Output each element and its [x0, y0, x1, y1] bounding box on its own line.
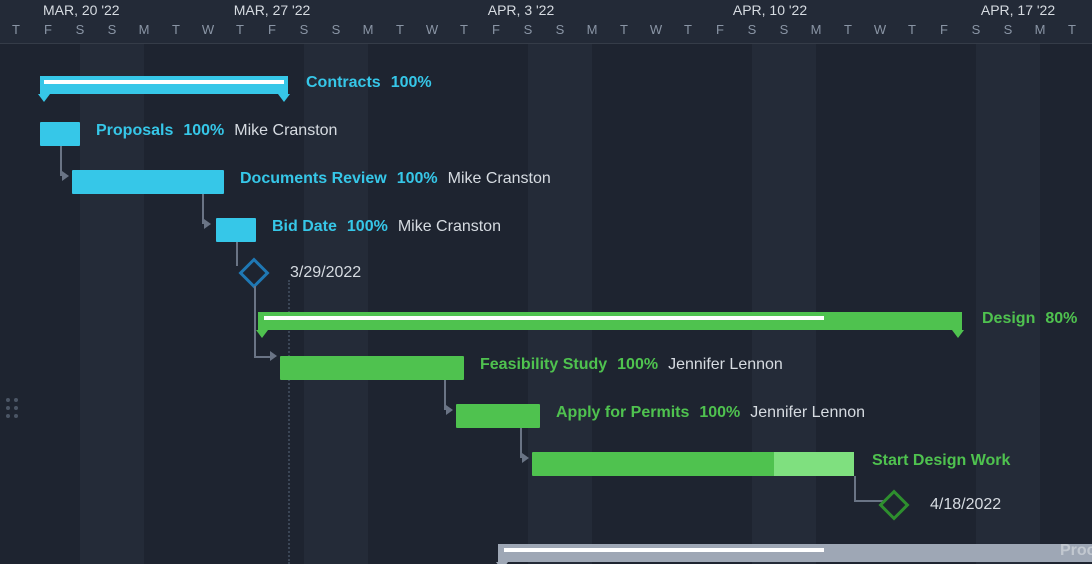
day-label: W	[650, 22, 662, 37]
task-label: Feasibility Study 100% Jennifer Lennon	[480, 356, 783, 374]
day-label: S	[556, 22, 565, 37]
drag-handle-icon[interactable]	[6, 398, 18, 418]
day-label: F	[940, 22, 948, 37]
milestone-label: 3/29/2022	[290, 264, 361, 282]
day-label: F	[44, 22, 52, 37]
task-label: Documents Review 100% Mike Cranston	[240, 170, 551, 188]
task-label: Apply for Permits 100% Jennifer Lennon	[556, 404, 865, 422]
task-label: Contracts 100%	[306, 74, 432, 92]
day-label: M	[1035, 22, 1046, 37]
day-label: T	[172, 22, 180, 37]
task-row-contracts[interactable]: Contracts 100%	[0, 68, 1092, 104]
day-label: S	[524, 22, 533, 37]
task-bar[interactable]	[40, 122, 80, 146]
task-label: Bid Date 100% Mike Cranston	[272, 218, 501, 236]
day-label: W	[202, 22, 214, 37]
day-label: T	[396, 22, 404, 37]
day-label: M	[587, 22, 598, 37]
day-label: W	[426, 22, 438, 37]
day-label: T	[236, 22, 244, 37]
week-label: MAR, 27 '22	[234, 2, 311, 18]
gantt-chart[interactable]: MAR, 20 '22 MAR, 27 '22 APR, 3 '22 APR, …	[0, 0, 1092, 564]
day-label: T	[1068, 22, 1076, 37]
week-label: MAR, 20 '22	[43, 2, 120, 18]
task-row-feasibility[interactable]: Feasibility Study 100% Jennifer Lennon	[0, 350, 1092, 386]
day-label: S	[108, 22, 117, 37]
task-row-documents-review[interactable]: Documents Review 100% Mike Cranston	[0, 164, 1092, 200]
task-bar[interactable]	[532, 452, 854, 476]
week-label: APR, 3 '22	[488, 2, 555, 18]
task-row-milestone-2[interactable]: 4/18/2022	[0, 488, 1092, 524]
task-label: Start Design Work	[872, 452, 1010, 470]
task-row-design[interactable]: Design 80%	[0, 304, 1092, 340]
day-label: F	[268, 22, 276, 37]
task-row-permits[interactable]: Apply for Permits 100% Jennifer Lennon	[0, 398, 1092, 434]
day-label: T	[684, 22, 692, 37]
task-label: Design 80%	[982, 310, 1077, 328]
day-label: M	[363, 22, 374, 37]
week-label: APR, 17 '22	[981, 2, 1055, 18]
day-label: S	[332, 22, 341, 37]
day-label: S	[780, 22, 789, 37]
timeline-week-labels: MAR, 20 '22 MAR, 27 '22 APR, 3 '22 APR, …	[0, 2, 1092, 22]
day-label: M	[139, 22, 150, 37]
milestone-diamond-icon[interactable]	[878, 489, 909, 520]
task-label: Procurement	[1060, 542, 1092, 560]
summary-bar[interactable]	[258, 312, 962, 330]
day-label: M	[811, 22, 822, 37]
day-label: T	[844, 22, 852, 37]
day-label: T	[620, 22, 628, 37]
timeline-header: MAR, 20 '22 MAR, 27 '22 APR, 3 '22 APR, …	[0, 0, 1092, 44]
day-label: T	[12, 22, 20, 37]
task-label: Proposals 100% Mike Cranston	[96, 122, 337, 140]
day-label: S	[76, 22, 85, 37]
timeline-day-labels: WTFSSMTWTFSSMTWTFSSMTWTFSSMTWTFSSMT	[0, 22, 1092, 42]
task-bar[interactable]	[280, 356, 464, 380]
milestone-diamond-icon[interactable]	[238, 257, 269, 288]
task-row-procurement[interactable]: Procurement	[0, 536, 1092, 564]
week-label: APR, 10 '22	[733, 2, 807, 18]
task-row-bid-date[interactable]: Bid Date 100% Mike Cranston	[0, 212, 1092, 248]
day-label: S	[300, 22, 309, 37]
task-row-milestone-1[interactable]: 3/29/2022	[0, 256, 1092, 292]
day-label: F	[492, 22, 500, 37]
task-row-start-design[interactable]: Start Design Work	[0, 446, 1092, 482]
day-label: F	[716, 22, 724, 37]
day-label: S	[748, 22, 757, 37]
day-label: W	[874, 22, 886, 37]
day-label: T	[460, 22, 468, 37]
task-bar[interactable]	[456, 404, 540, 428]
milestone-label: 4/18/2022	[930, 496, 1001, 514]
day-label: T	[908, 22, 916, 37]
summary-bar[interactable]	[498, 544, 1092, 562]
task-bar[interactable]	[216, 218, 256, 242]
task-row-proposals[interactable]: Proposals 100% Mike Cranston	[0, 116, 1092, 152]
task-bar[interactable]	[72, 170, 224, 194]
summary-bar[interactable]	[40, 76, 288, 94]
day-label: S	[1004, 22, 1013, 37]
day-label: S	[972, 22, 981, 37]
